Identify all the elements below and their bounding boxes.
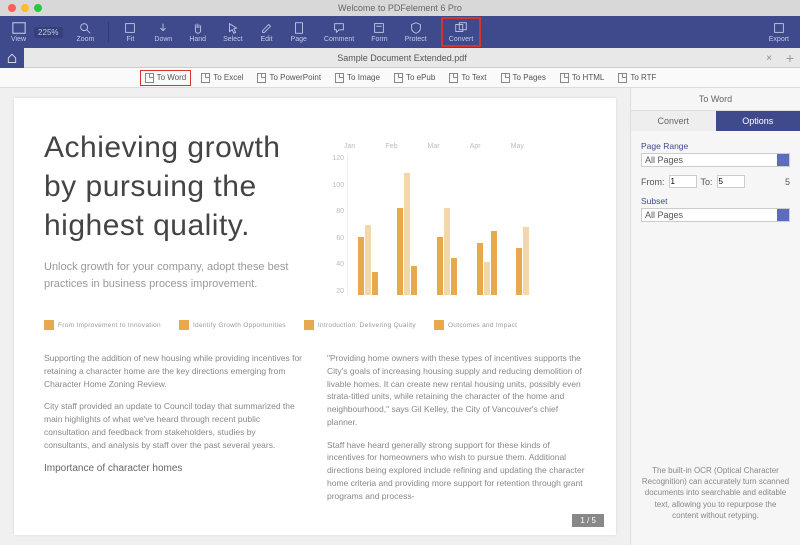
section-link: Outcomes and Impact (434, 320, 517, 330)
toolbar-protect[interactable]: Protect (402, 19, 430, 45)
to-input[interactable] (717, 175, 745, 188)
section-link: Identify Growth Opportunities (179, 320, 286, 330)
section-links: From Improvement to Innovation Identify G… (44, 320, 586, 330)
convert-to-excel[interactable]: To Excel (197, 71, 247, 85)
subset-label: Subset (641, 196, 790, 206)
doc-heading: Achieving growth by pursuing the highest… (44, 128, 304, 245)
body-column-1: Supporting the addition of new housing w… (44, 352, 303, 512)
toolbar-hand[interactable]: Hand (186, 19, 209, 45)
sidebar-tab-options[interactable]: Options (716, 111, 800, 131)
close-tab-icon[interactable]: × (766, 53, 772, 64)
to-label: To: (701, 177, 713, 187)
main-toolbar: View 225% Zoom Fit Down Hand Select Edit… (0, 16, 800, 48)
toolbar-form[interactable]: Form (368, 19, 390, 45)
section-icon (434, 320, 444, 330)
home-button[interactable] (0, 48, 24, 68)
toolbar-export[interactable]: Export (766, 19, 792, 45)
convert-to-pages[interactable]: To Pages (497, 71, 550, 85)
toolbar-convert[interactable]: Convert (441, 17, 482, 47)
titlebar: Welcome to PDFelement 6 Pro (0, 0, 800, 16)
page-range-select[interactable]: All Pages (641, 153, 790, 167)
convert-sidebar: To Word Convert Options Page Range All P… (630, 88, 800, 545)
convert-to-powerpoint[interactable]: To PowerPoint (253, 71, 325, 85)
convert-to-word[interactable]: To Word (140, 70, 192, 86)
subset-select[interactable]: All Pages (641, 208, 790, 222)
zoom-value[interactable]: 225% (34, 27, 62, 38)
section-icon (179, 320, 189, 330)
page-indicator: 1 / 5 (572, 514, 604, 527)
bar-chart: JanFebMarAprMay 12010080604020 (329, 128, 539, 298)
toolbar-fit[interactable]: Fit (120, 19, 140, 45)
sidebar-title: To Word (631, 88, 800, 111)
from-input[interactable] (669, 175, 697, 188)
toolbar-page[interactable]: Page (288, 19, 310, 45)
convert-to-rtf[interactable]: To RTF (614, 71, 660, 85)
section-icon (44, 320, 54, 330)
toolbar-view[interactable]: View (8, 19, 29, 45)
document-viewport[interactable]: Achieving growth by pursuing the highest… (0, 88, 630, 545)
doc-icon (145, 73, 154, 83)
toolbar-down[interactable]: Down (151, 19, 175, 45)
window-title: Welcome to PDFelement 6 Pro (0, 3, 800, 13)
from-label: From: (641, 177, 665, 187)
convert-to-html[interactable]: To HTML (556, 71, 608, 85)
toolbar-zoom[interactable]: Zoom (74, 19, 98, 45)
sidebar-tab-convert[interactable]: Convert (631, 111, 716, 131)
section-link: From Improvement to Innovation (44, 320, 161, 330)
page-range-label: Page Range (641, 141, 790, 151)
convert-to-image[interactable]: To Image (331, 71, 384, 85)
convert-subtoolbar: To Word To Excel To PowerPoint To Image … (0, 68, 800, 88)
toolbar-comment[interactable]: Comment (321, 19, 357, 45)
body-column-2: "Providing home owners with these types … (327, 352, 586, 512)
document-tabbar: Sample Document Extended.pdf× + (0, 48, 800, 68)
convert-to-epub[interactable]: To ePub (390, 71, 439, 85)
section-icon (304, 320, 314, 330)
document-tab[interactable]: Sample Document Extended.pdf× (24, 53, 780, 63)
convert-to-text[interactable]: To Text (445, 71, 490, 85)
toolbar-edit[interactable]: Edit (257, 19, 277, 45)
doc-subheading: Unlock growth for your company, adopt th… (44, 259, 304, 292)
sidebar-footer-text: The built-in OCR (Optical Character Reco… (631, 451, 800, 545)
total-pages: 5 (785, 177, 790, 187)
add-tab-button[interactable]: + (780, 50, 800, 66)
section-link: Introduction: Delivering Quality (304, 320, 416, 330)
document-page: Achieving growth by pursuing the highest… (14, 98, 616, 535)
toolbar-select[interactable]: Select (220, 19, 245, 45)
